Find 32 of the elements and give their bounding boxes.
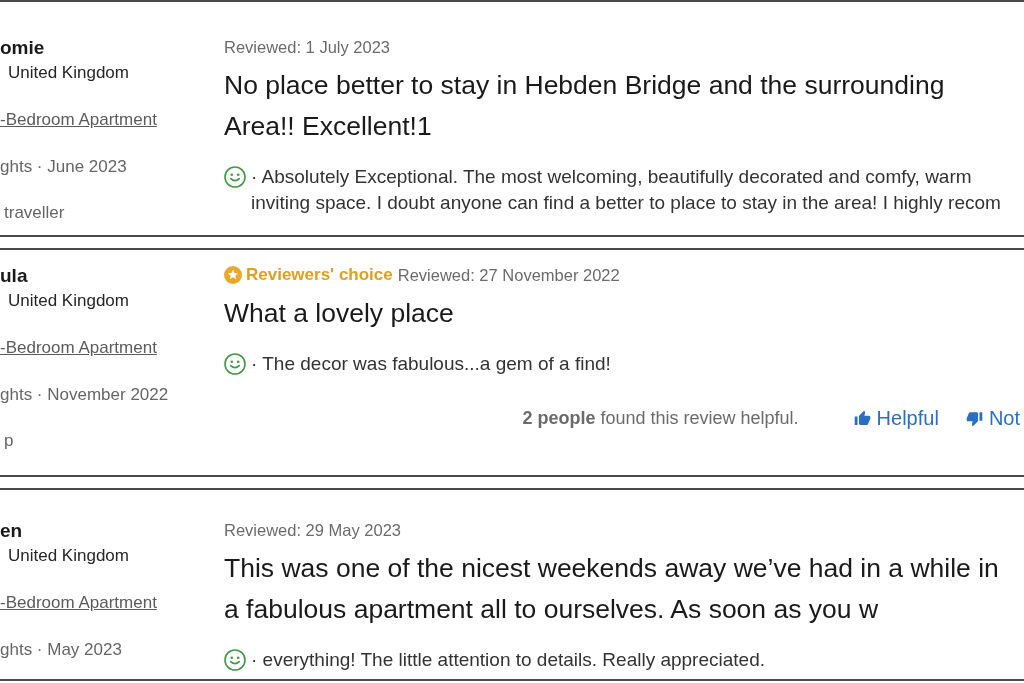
review-title: What a lovely place bbox=[224, 297, 455, 330]
guest-name: omie bbox=[0, 37, 45, 59]
helpful-count-text: 2 people found this review helpful. bbox=[522, 406, 799, 430]
thumbs-down-icon bbox=[965, 409, 983, 427]
guest-country: United Kingdom bbox=[7, 546, 129, 566]
review-text: · Absolutely Exceptional. The most welcoming, beautifully decorated and comfy, warm inviting space. I doubt anyone can find a better to place to stay in the area! I highly recom bbox=[251, 165, 1002, 215]
stay-info: ghts · November 2022 bbox=[0, 385, 169, 405]
thumbs-up-icon bbox=[853, 409, 871, 427]
traveller-type: p bbox=[3, 431, 14, 451]
review-text: · everything! The little attention to details. Really appreciated. bbox=[251, 648, 766, 672]
room-link[interactable]: -Bedroom Apartment bbox=[0, 110, 157, 130]
stay-info: ghts · June 2023 bbox=[0, 157, 127, 177]
review-title: This was one of the nicest weekends away we’ve had in a while in a fabulous apartment all to ourselves. As soon as you w bbox=[224, 552, 1000, 626]
helpful-button[interactable]: Helpful bbox=[853, 403, 939, 433]
guest-name: ula bbox=[0, 265, 28, 287]
review-text: · The decor was fabulous...a gem of a find! bbox=[251, 352, 612, 376]
review-date: Reviewed: 29 May 2023 bbox=[224, 519, 402, 541]
review-date: Reviewed: 1 July 2023 bbox=[224, 36, 390, 58]
room-link[interactable]: -Bedroom Apartment bbox=[0, 338, 157, 358]
guest-country: United Kingdom bbox=[7, 63, 129, 83]
review-title: No place better to stay in Hebden Bridge and the surrounding Area!! Excellent!1 bbox=[224, 69, 946, 143]
smiley-icon bbox=[224, 166, 246, 188]
room-link[interactable]: -Bedroom Apartment bbox=[0, 593, 157, 613]
guest-name: en bbox=[0, 520, 23, 542]
smiley-icon bbox=[224, 353, 246, 375]
review-date: Reviewed: 27 November 2022 bbox=[397, 264, 620, 286]
badge-label: Reviewers' choice bbox=[246, 264, 393, 287]
traveller-type: traveller bbox=[3, 203, 65, 223]
not-helpful-button[interactable]: Not bbox=[965, 403, 1020, 433]
stay-info: ghts · May 2023 bbox=[0, 640, 122, 660]
smiley-icon bbox=[224, 649, 246, 671]
guest-country: United Kingdom bbox=[7, 291, 129, 311]
